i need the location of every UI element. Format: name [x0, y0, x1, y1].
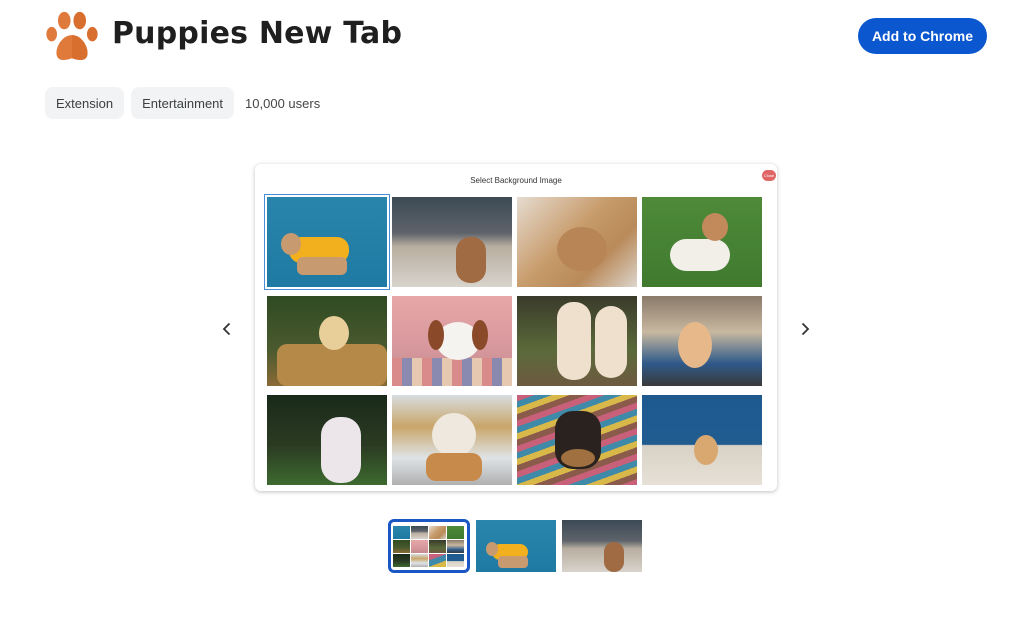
thumbnail-3[interactable] — [562, 520, 642, 572]
screenshot-thumbnails — [388, 519, 642, 573]
chevron-left-icon — [222, 322, 231, 336]
screenshot-preview: Select Background Image Close — [255, 164, 777, 491]
header: Puppies New Tab Add to Chrome — [0, 0, 1024, 75]
dialog-title: Select Background Image — [470, 176, 562, 185]
extension-title: Puppies New Tab — [112, 16, 403, 51]
thumbnail-2[interactable] — [476, 520, 556, 572]
carousel-prev-button[interactable] — [214, 316, 240, 342]
background-image-grid — [264, 194, 762, 485]
image-tile-french-bulldog — [264, 194, 390, 290]
image-tile-white-puppy-running — [267, 395, 387, 485]
thumbnail-1[interactable] — [388, 519, 470, 573]
image-tile-poodle-wall — [642, 395, 762, 485]
carousel-next-button[interactable] — [792, 316, 818, 342]
image-tile-yorkie-rug — [517, 395, 637, 485]
add-to-chrome-button[interactable]: Add to Chrome — [858, 18, 987, 54]
category-chip-entertainment[interactable]: Entertainment — [131, 87, 235, 119]
user-count: 10,000 users — [245, 95, 321, 111]
image-tile-porch-puppy — [392, 197, 512, 287]
extension-meta: Extension Entertainment 10,000 users — [45, 87, 320, 119]
image-tile-jack-russell — [642, 197, 762, 287]
image-tile-two-retrievers — [517, 296, 637, 386]
paw-icon — [46, 11, 98, 60]
category-chip-extension[interactable]: Extension — [45, 87, 125, 119]
chevron-right-icon — [801, 322, 810, 336]
image-tile-fluffy-puppy — [392, 395, 512, 485]
close-button: Close — [762, 170, 776, 181]
image-tile-doodle-blanket — [517, 197, 637, 287]
image-tile-retriever-basket — [267, 296, 387, 386]
image-tile-cavalier-cushion — [392, 296, 512, 386]
image-tile-poodle-pillow — [642, 296, 762, 386]
